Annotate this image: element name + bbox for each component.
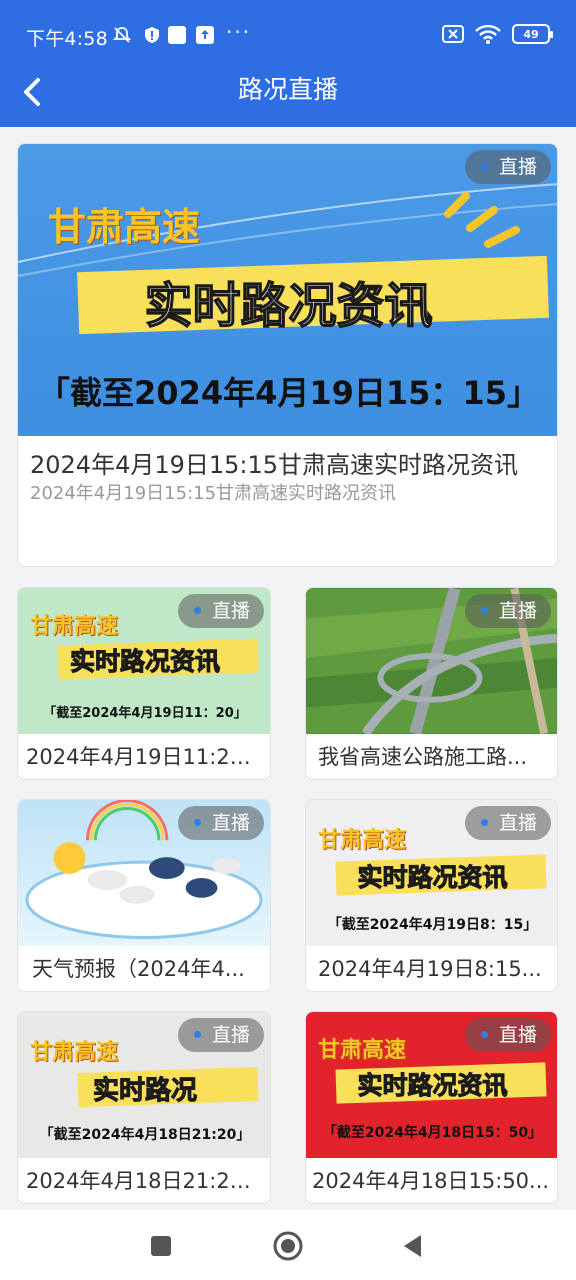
home-icon[interactable] [273,1231,303,1261]
card-thumbnail: 直播 [18,800,270,946]
banner-date-text: 「截至2024年4月18日15：50」 [322,1125,543,1141]
content-area: 甘肃高速 实时路况资讯 「截至2024年4月19日15：15」 直播 2024年… [0,127,576,1210]
nav-bar: 路况直播 [0,70,576,127]
battery-level: 49 [523,27,539,41]
system-nav-bar [0,1210,576,1280]
card-thumbnail: 甘肃高速 实时路况资讯 「截至2024年4月18日15：50」 直播 [306,1012,557,1158]
card-thumbnail: 直播 [306,588,557,734]
status-time: 下午4:58 [26,28,108,50]
card-title: 2024年4月18日15:50... [312,1169,550,1193]
banner-brand-text: 甘肃高速 [48,204,201,249]
live-badge: 直播 [464,1018,551,1052]
card-title: 我省高速公路施工路... [318,745,528,769]
banner-main-text: 实时路况资讯 [69,647,220,677]
banner-brand-text: 甘肃高速 [30,613,119,639]
card-title: 2024年4月19日8:15... [318,957,542,981]
recent-apps-icon[interactable] [147,1232,175,1260]
banner-main-text: 实时路况资讯 [144,277,434,335]
status-more-dots: ··· [226,20,252,44]
news-card[interactable]: 直播 天气预报（2024年4... [17,799,271,992]
featured-banner-art: 甘肃高速 实时路况资讯 「截至2024年4月19日15：15」 [18,144,557,436]
news-card[interactable]: 甘肃高速 实时路况资讯 「截至2024年4月19日11：20」 直播 2024年… [17,587,271,780]
shield-icon [145,27,159,43]
banner-date-text: 「截至2024年4月19日11：20」 [43,706,247,721]
wifi-icon [475,24,501,44]
news-card[interactable]: 甘肃高速 实时路况资讯 「截至2024年4月18日15：50」 直播 2024年… [305,1011,558,1204]
upload-icon [196,26,214,44]
news-card[interactable]: 甘肃高速 实时路况 「截至2024年4月18日21:20」 直播 2024年4月… [17,1011,271,1204]
featured-subtitle: 2024年4月19日15:15甘肃高速实时路况资讯 [30,483,397,504]
live-badge: 直播 [177,1018,264,1052]
card-title: 2024年4月19日11:20... [26,745,264,769]
page-title: 路况直播 [237,75,338,104]
mute-icon [112,27,132,43]
status-bar: 下午4:58 ··· 49 [0,0,576,70]
live-badge: 直播 [177,594,264,628]
card-title: 2024年4月18日21:20... [26,1169,264,1193]
card-title: 天气预报（2024年4... [32,957,245,981]
back-icon[interactable] [399,1232,427,1260]
card-thumbnail: 甘肃高速 实时路况资讯 「截至2024年4月19日11：20」 直播 [18,588,270,734]
featured-thumbnail: 甘肃高速 实时路况资讯 「截至2024年4月19日15：15」 直播 [18,144,557,436]
sim-off-icon [442,25,464,43]
banner-brand-text: 甘肃高速 [30,1039,119,1065]
card-thumbnail: 甘肃高速 实时路况资讯 「截至2024年4月19日8：15」 直播 [306,800,557,946]
news-card[interactable]: 甘肃高速 实时路况资讯 「截至2024年4月19日8：15」 直播 2024年4… [305,799,558,992]
live-badge: 直播 [464,150,551,184]
banner-brand-text: 甘肃高速 [318,1037,407,1063]
featured-title: 2024年4月19日15:15甘肃高速实时路况资讯 [30,451,519,479]
top-bar: 下午4:58 ··· 49 路况直播 [0,0,576,127]
battery-indicator: 49 [512,24,553,44]
banner-main-text: 实时路况 [92,1076,197,1107]
banner-main-text: 实时路况资讯 [357,1071,508,1101]
banner-date-text: 「截至2024年4月19日15：15」 [38,374,539,412]
live-badge: 直播 [177,806,264,840]
card-thumbnail: 甘肃高速 实时路况 「截至2024年4月18日21:20」 直播 [18,1012,270,1158]
status-right-group: 49 [442,23,553,45]
square-icon [168,26,186,44]
banner-brand-text: 甘肃高速 [318,827,407,853]
news-card[interactable]: 直播 我省高速公路施工路... [305,587,558,780]
banner-main-text: 实时路况资讯 [357,863,508,893]
live-badge: 直播 [464,806,551,840]
featured-card[interactable]: 甘肃高速 实时路况资讯 「截至2024年4月19日15：15」 直播 2024年… [17,143,558,567]
banner-date-text: 「截至2024年4月19日8：15」 [327,917,538,933]
banner-date-text: 「截至2024年4月18日21:20」 [39,1127,251,1143]
live-badge: 直播 [464,594,551,628]
